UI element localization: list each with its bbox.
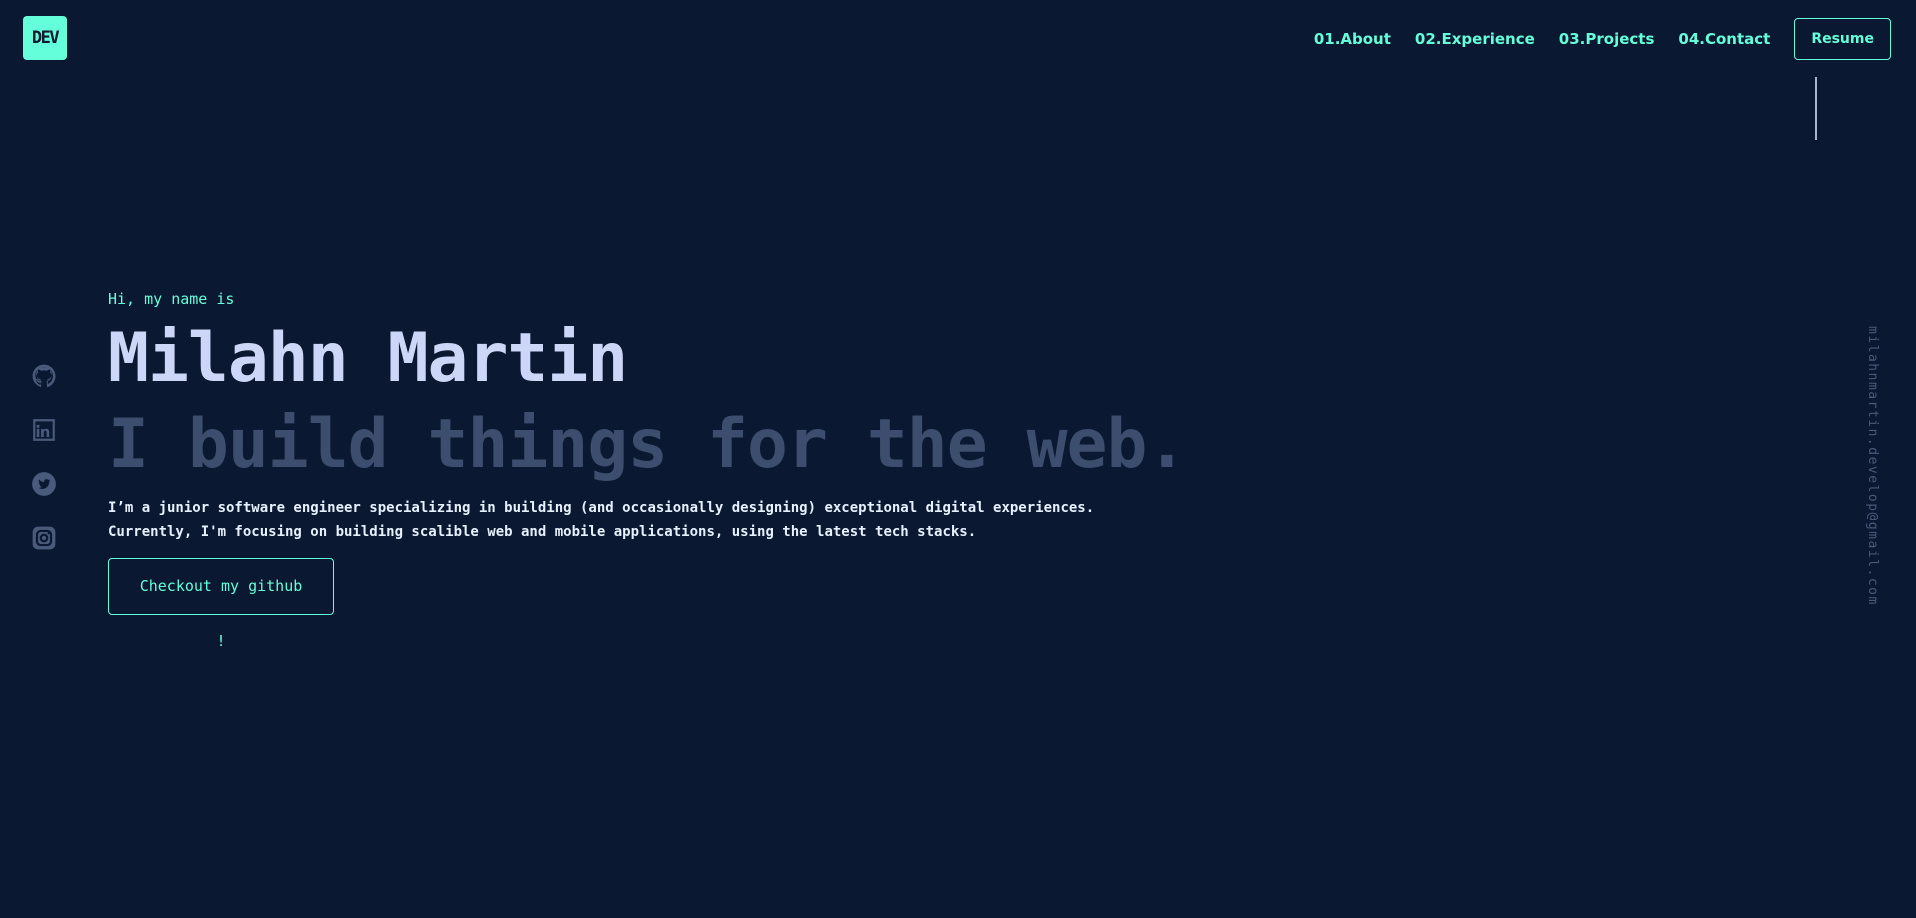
nav-link-experience[interactable]: 02. Experience [1415,30,1535,48]
nav-label: Contact [1704,30,1771,48]
hero-description: I’m a junior software engineer specializ… [108,496,1168,544]
instagram-icon[interactable] [31,525,57,551]
hero-name: Milahn Martin [108,319,628,398]
nav-link-contact[interactable]: 04. Contact [1678,30,1770,48]
description-line: Currently, I'm focusing on building scal… [108,524,977,540]
nav-number: 02. [1414,30,1442,48]
nav-number: 03. [1558,30,1586,48]
description-line: I’m a junior software engineer specializ… [108,500,1095,516]
scroll-indicator-line [1815,77,1817,140]
nav-link-projects[interactable]: 03. Projects [1559,30,1655,48]
nav-label: About [1340,30,1391,48]
github-cta-button[interactable]: Checkout my github ! [108,558,334,650]
github-icon[interactable] [31,363,57,389]
social-links [31,363,57,579]
hero-tagline: I build things for the web. [108,405,1187,484]
nav-link-about[interactable]: 01. About [1314,30,1391,48]
resume-button[interactable]: Resume [1794,18,1891,60]
greeting: Hi, my name is [108,290,235,308]
email-link[interactable]: milahnmartin.develop@gmail.com [1865,326,1880,606]
logo[interactable]: DEV [23,16,67,60]
top-nav: 01. About 02. Experience 03. Projects 04… [1314,18,1891,60]
nav-number: 04. [1678,30,1705,48]
nav-label: Experience [1441,30,1535,48]
nav-number: 01. [1313,30,1341,48]
twitter-icon[interactable] [31,471,57,497]
nav-label: Projects [1585,30,1655,48]
linkedin-icon[interactable] [31,417,57,443]
hero-section: Hi, my name is Milahn Martin I build thi… [108,290,1187,650]
logo-text: DEV [31,28,60,48]
